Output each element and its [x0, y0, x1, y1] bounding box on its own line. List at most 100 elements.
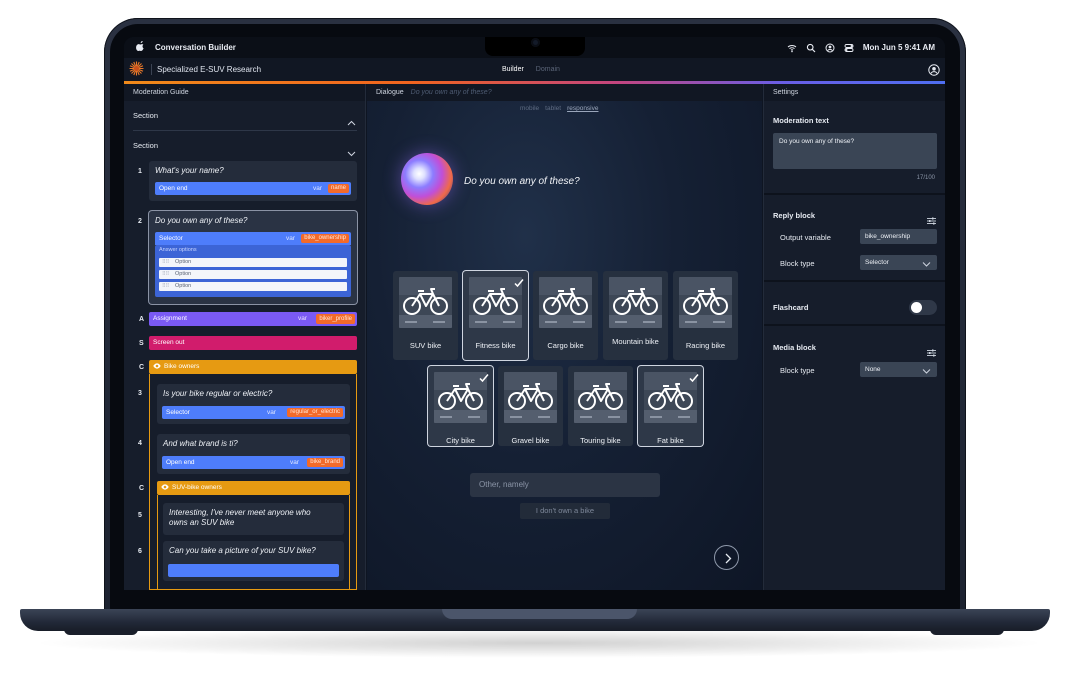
tab-builder[interactable]: Builder: [502, 66, 524, 73]
device-tab-responsive[interactable]: responsive: [567, 105, 598, 112]
section-header[interactable]: Section: [124, 101, 365, 130]
tune-settings-icon[interactable]: [927, 212, 936, 225]
question-card[interactable]: And what brand is ti? Open end var bike_…: [157, 434, 350, 474]
bike-option-card[interactable]: Fitness bike: [463, 271, 528, 360]
clock[interactable]: Mon Jun 5 9:41 AM: [863, 43, 935, 52]
var-label: var: [285, 235, 295, 242]
question-text: Is your bike regular or electric?: [163, 389, 273, 398]
search-icon[interactable]: [806, 43, 816, 53]
bike-option-label: Touring bike: [580, 436, 621, 445]
group-header[interactable]: SUV-bike owners: [157, 481, 350, 495]
flashcard-label: Flashcard: [773, 303, 809, 312]
bike-image: [399, 277, 452, 328]
question-card[interactable]: Can you take a picture of your SUV bike?: [163, 541, 344, 581]
screen: Conversation Builder Mon Jun 5 9:41 AM S…: [124, 37, 945, 590]
question-text: And what brand is ti?: [163, 439, 238, 448]
var-label: var: [297, 315, 307, 322]
dialogue-question: Do you own any of these?: [464, 176, 580, 187]
response-type: Open end: [166, 459, 195, 466]
group-index: C: [139, 485, 145, 492]
chevron-down-icon: [922, 259, 931, 267]
bike-option-card[interactable]: Racing bike: [673, 271, 738, 360]
bike-option-card[interactable]: SUV bike: [393, 271, 458, 360]
laptop-shadow: [30, 628, 1048, 658]
bike-option-card[interactable]: Cargo bike: [533, 271, 598, 360]
media-block-type-select[interactable]: None: [860, 362, 937, 377]
bike-option-card[interactable]: Mountain bike: [603, 271, 668, 360]
response-type-pill[interactable]: Open end var bike_brand: [162, 456, 345, 469]
no-bike-button[interactable]: I don't own a bike: [520, 503, 610, 519]
bike-option-card[interactable]: City bike: [428, 366, 493, 446]
answer-option[interactable]: ⠿⠿ Option: [159, 270, 347, 279]
flashcard-toggle[interactable]: [909, 300, 937, 315]
variable-name: bike_ownership: [301, 234, 349, 243]
bike-option-label: City bike: [446, 436, 475, 445]
drag-handle-icon[interactable]: ⠿⠿: [162, 282, 169, 291]
laptop-opening-notch: [442, 609, 637, 619]
dialogue-title: Dialogue: [376, 89, 404, 96]
tune-settings-icon[interactable]: [927, 344, 936, 357]
other-namely-input[interactable]: Other, namely: [470, 473, 660, 497]
checkmark-icon: [514, 275, 524, 288]
moderation-guide-panel: Moderation Guide Section Section 1 What'…: [124, 84, 366, 590]
user-switch-icon[interactable]: [825, 43, 835, 53]
output-variable-input[interactable]: bike_ownership: [860, 229, 937, 244]
wifi-icon[interactable]: [787, 43, 797, 53]
response-type-pill[interactable]: Selector var bike_ownership: [155, 232, 351, 245]
response-type: Selector: [159, 235, 183, 242]
section-header[interactable]: Section: [124, 131, 365, 160]
tab-domain[interactable]: Domain: [536, 66, 560, 73]
question-card[interactable]: Is your bike regular or electric? Select…: [157, 384, 350, 424]
response-type-pill[interactable]: [168, 564, 339, 577]
eye-icon[interactable]: [161, 482, 169, 490]
group-label: SUV-bike owners: [172, 484, 222, 491]
variable-name: biker_profile: [316, 314, 355, 324]
block-type-select[interactable]: Selector: [860, 255, 937, 270]
response-type-pill[interactable]: Open end var name: [155, 182, 351, 195]
question-index: 4: [138, 440, 142, 447]
block-index: S: [139, 340, 144, 347]
eye-icon[interactable]: [153, 361, 161, 369]
drag-handle-icon[interactable]: ⠿⠿: [162, 270, 169, 279]
var-label: var: [266, 409, 276, 416]
drag-handle-icon[interactable]: ⠿⠿: [162, 258, 169, 267]
question-card-selected[interactable]: Do you own any of these? Selector var bi…: [149, 211, 357, 304]
question-index: 6: [138, 548, 142, 555]
moderation-text-input[interactable]: Do you own any of these?: [773, 133, 937, 169]
response-type-pill[interactable]: Selector var regular_or_electric: [162, 406, 345, 419]
answer-option[interactable]: ⠿⠿ Option: [159, 282, 347, 291]
status-area: Mon Jun 5 9:41 AM: [787, 37, 935, 58]
brand-logo-icon[interactable]: [129, 61, 144, 76]
laptop-foot-right: [930, 629, 1004, 635]
device-tab-tablet[interactable]: tablet: [545, 105, 561, 112]
app-name[interactable]: Conversation Builder: [155, 43, 236, 52]
device-tab-mobile[interactable]: mobile: [520, 105, 539, 112]
apple-icon[interactable]: [136, 40, 145, 54]
bike-option-label: Mountain bike: [612, 337, 659, 346]
bike-option-label: Cargo bike: [547, 341, 584, 350]
section-label: Section: [133, 111, 159, 120]
response-type: Selector: [166, 409, 190, 416]
bike-option-card[interactable]: Touring bike: [568, 366, 633, 446]
panel-title: Moderation Guide: [124, 84, 365, 101]
screen-out-block[interactable]: Screen out: [149, 336, 357, 350]
answer-options-label: Answer options: [159, 247, 197, 253]
question-card[interactable]: What's your name? Open end var name: [149, 161, 357, 201]
group-header[interactable]: Bike owners: [149, 360, 357, 374]
control-center-icon[interactable]: [844, 43, 854, 53]
bike-option-label: Fitness bike: [475, 341, 516, 350]
variable-name: regular_or_electric: [287, 408, 343, 417]
question-card[interactable]: Interesting, I've never meet anyone who …: [163, 503, 344, 535]
next-button[interactable]: [714, 545, 739, 570]
bike-option-card[interactable]: Gravel bike: [498, 366, 563, 446]
account-icon[interactable]: [928, 63, 940, 76]
chevron-down-icon[interactable]: [347, 141, 356, 157]
question-index: 3: [138, 390, 142, 397]
bike-option-card[interactable]: Fat bike: [638, 366, 703, 446]
chevron-up-icon[interactable]: [347, 111, 356, 126]
answer-option[interactable]: ⠿⠿ Option: [159, 258, 347, 267]
checkmark-icon: [479, 370, 489, 383]
character-counter: 17/100: [916, 175, 935, 181]
assignment-block[interactable]: Assignment var biker_profile: [149, 312, 357, 326]
checkmark-icon: [689, 370, 699, 383]
